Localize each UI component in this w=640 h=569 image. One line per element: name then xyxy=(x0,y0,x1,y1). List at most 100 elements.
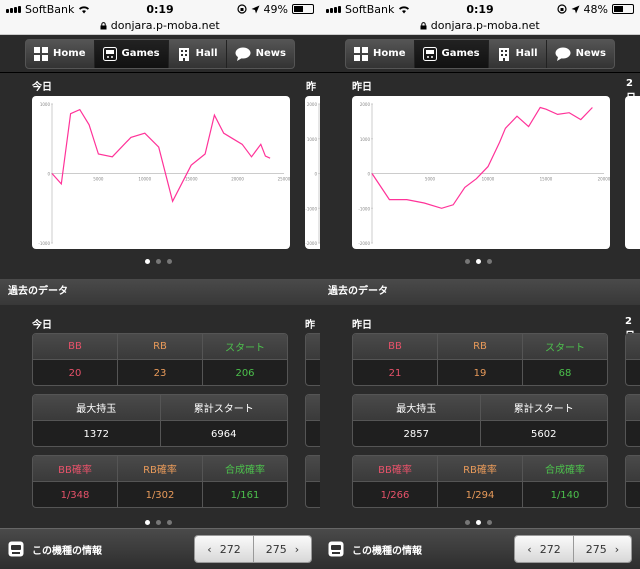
machine-pager: ‹ 272 275 › xyxy=(194,535,312,563)
chevron-left-icon: ‹ xyxy=(207,542,212,556)
rb-prob-header: RB確率 xyxy=(118,456,203,481)
y-tick-label: 2000 xyxy=(360,102,371,107)
peek-counts-table xyxy=(625,333,640,386)
chart-page-indicator[interactable] xyxy=(465,259,492,264)
x-tick-label: 10000 xyxy=(482,177,495,182)
total-start-value: 6964 xyxy=(211,428,237,440)
url-text: donjara.p-moba.net xyxy=(430,19,540,32)
start-value: 206 xyxy=(235,367,255,379)
bb-value: 20 xyxy=(33,360,118,385)
max-hold-header: 最大持玉 xyxy=(33,395,161,420)
prev-machine-number: 272 xyxy=(539,542,561,556)
series-line xyxy=(371,106,593,209)
peek-probability-table xyxy=(625,455,640,508)
peek-profit-chart: 200010000-1000-20002000 xyxy=(305,102,320,246)
chevron-right-icon: › xyxy=(614,542,620,556)
combined-prob-value: 1/140 xyxy=(550,489,580,501)
totals-table: 最大持玉 累計スタート 1372 6964 xyxy=(32,394,288,447)
x-tick-label: 25000 xyxy=(278,177,290,182)
chart-card[interactable]: 2000 1000 0 -1000 -2000 5000 10000 15000 20000 xyxy=(352,96,610,249)
speech-bubble-icon xyxy=(235,47,251,61)
peek-totals-table xyxy=(305,394,320,447)
tab-hall[interactable]: Hall xyxy=(169,39,227,68)
profit-chart: 200010000-1000-20005000 10000 15000 20000 xyxy=(358,102,610,246)
peek-counts-table xyxy=(305,333,320,386)
lock-icon xyxy=(420,22,427,30)
chevron-left-icon: ‹ xyxy=(527,542,532,556)
chat-icon xyxy=(328,541,344,557)
tab-home-label: Home xyxy=(53,48,86,59)
prev-machine-button[interactable]: ‹ 272 xyxy=(195,536,253,562)
combined-prob-header: 合成確率 xyxy=(225,465,265,476)
combined-prob-value: 1/161 xyxy=(230,489,260,501)
chart-page-indicator[interactable] xyxy=(145,259,172,264)
speech-bubble-icon xyxy=(555,47,571,61)
total-start-value: 5602 xyxy=(531,428,557,440)
x-tick-label: 5000 xyxy=(425,177,436,182)
y-tick-label: 2000 xyxy=(307,102,318,107)
screen-yesterday: SoftBank 0:19 48% donjara.p-moba.net Hom… xyxy=(320,0,640,569)
bb-header: BB xyxy=(353,334,438,359)
y-tick-label: 1000 xyxy=(360,137,371,142)
url-bar[interactable]: donjara.p-moba.net xyxy=(0,18,320,35)
peek-chart-card[interactable] xyxy=(625,96,640,249)
start-value: 68 xyxy=(558,367,572,379)
footer-bar: この機種の情報 ‹ 272 275 › xyxy=(320,528,640,569)
x-tick-label: 15000 xyxy=(540,177,553,182)
rb-prob-value: 1/302 xyxy=(118,482,203,507)
y-tick-label: 0 xyxy=(47,172,50,177)
tab-home[interactable]: Home xyxy=(346,39,415,68)
tab-games-label: Games xyxy=(121,48,160,59)
machine-info-label[interactable]: この機種の情報 xyxy=(352,542,422,557)
y-tick-label: 1000 xyxy=(307,137,318,142)
prev-machine-number: 272 xyxy=(219,542,241,556)
x-tick-label: 10000 xyxy=(138,177,151,182)
y-tick-label: 0 xyxy=(367,172,370,177)
battery-percent: 48% xyxy=(583,2,608,16)
rb-prob-value: 1/294 xyxy=(438,482,523,507)
battery-icon xyxy=(292,4,314,14)
combined-prob-header: 合成確率 xyxy=(545,465,585,476)
stats-page-indicator[interactable] xyxy=(145,520,172,525)
peek-totals-table xyxy=(625,394,640,447)
y-tick-label: -1000 xyxy=(358,206,370,211)
prev-machine-button[interactable]: ‹ 272 xyxy=(515,536,573,562)
start-header: スタート xyxy=(545,343,585,354)
tab-news[interactable]: News xyxy=(227,40,294,68)
y-tick-label: -2000 xyxy=(305,241,317,246)
machine-info-label[interactable]: この機種の情報 xyxy=(32,542,102,557)
chevron-right-icon: › xyxy=(294,542,300,556)
x-tick-label: 15000 xyxy=(185,177,198,182)
tab-news-label: News xyxy=(255,48,286,59)
grid-icon xyxy=(34,46,49,61)
grid-icon xyxy=(354,46,369,61)
tab-games[interactable]: Games xyxy=(94,39,169,68)
total-start-header: 累計スタート xyxy=(193,404,254,415)
bb-header: BB xyxy=(33,334,118,359)
tab-games[interactable]: Games xyxy=(414,39,489,68)
stats-page-indicator[interactable] xyxy=(465,520,492,525)
location-icon xyxy=(571,5,580,13)
x-tick-label: 20000 xyxy=(231,177,244,182)
url-bar[interactable]: donjara.p-moba.net xyxy=(320,18,640,35)
bb-prob-header: BB確率 xyxy=(33,456,118,481)
chart-card[interactable]: 1000 0 -1000 5000 10000 15000 20000 25000 xyxy=(32,96,290,249)
next-machine-number: 275 xyxy=(265,542,287,556)
games-icon xyxy=(422,46,437,61)
section-title: 過去のデータ xyxy=(320,279,640,305)
counts-table: BB RB スタート 21 19 68 xyxy=(352,333,608,386)
nav-bar: Home Games Hall News xyxy=(0,35,320,73)
tab-news-label: News xyxy=(575,48,606,59)
rb-value: 19 xyxy=(438,360,523,385)
peek-chart-card[interactable]: 200010000-1000-20002000 xyxy=(305,96,320,249)
tab-home[interactable]: Home xyxy=(26,39,95,68)
tab-hall[interactable]: Hall xyxy=(489,39,547,68)
status-bar: SoftBank 0:19 49% xyxy=(0,0,320,18)
rb-header: RB xyxy=(118,334,203,359)
next-machine-number: 275 xyxy=(585,542,607,556)
next-machine-button[interactable]: 275 › xyxy=(573,536,631,562)
next-machine-button[interactable]: 275 › xyxy=(253,536,311,562)
tab-news[interactable]: News xyxy=(547,40,614,68)
machine-pager: ‹ 272 275 › xyxy=(514,535,632,563)
bb-value: 21 xyxy=(353,360,438,385)
